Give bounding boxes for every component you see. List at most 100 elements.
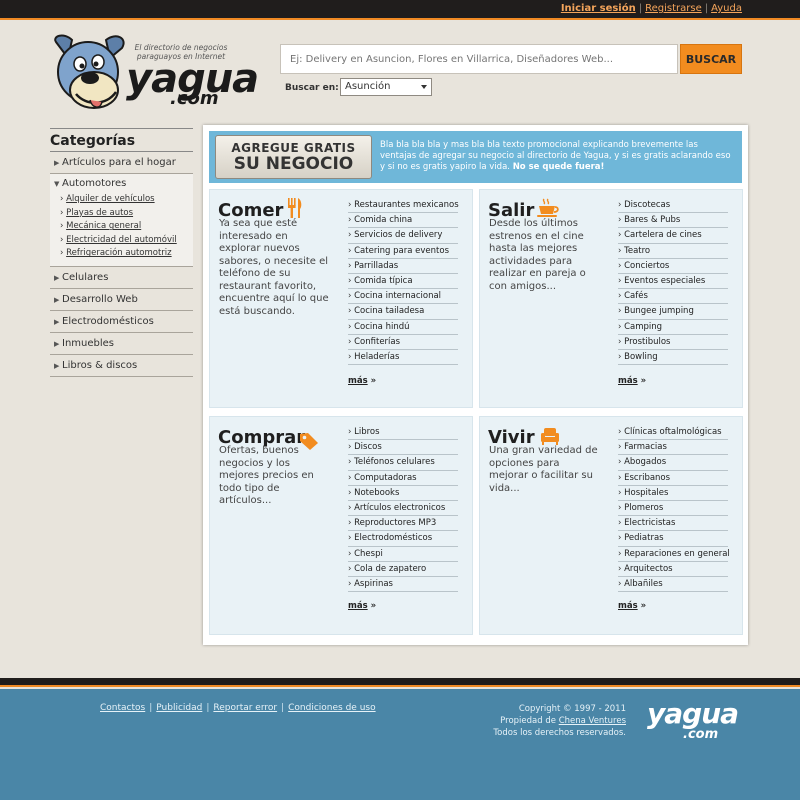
card-list: Restaurantes mexicanos Comida china Serv… (348, 198, 459, 366)
help-link[interactable]: Ayuda (711, 3, 742, 14)
more-link[interactable]: más » (348, 601, 376, 611)
footer-divider (0, 678, 800, 687)
list-item[interactable]: Conciertos (618, 259, 728, 274)
card-comprar: Comprar Ofertas, buenos negocios y los m… (209, 416, 473, 635)
list-item[interactable]: Comida china (348, 213, 458, 229)
login-link[interactable]: Iniciar sesión (561, 3, 636, 14)
list-item[interactable]: Restaurantes mexicanos (348, 198, 459, 214)
more-link[interactable]: más » (618, 601, 646, 611)
promo-text: Bla bla bla bla y mas bla bla texto prom… (380, 140, 731, 172)
sidebar-item-libros-discos[interactable]: ▶ Libros & discos (50, 355, 193, 377)
sidebar-title: Categorías (50, 128, 193, 152)
list-item[interactable]: Cola de zapatero (348, 562, 458, 577)
more-link[interactable]: más » (348, 376, 376, 386)
list-item[interactable]: Cocina hindú (348, 320, 458, 335)
list-item[interactable]: Eventos especiales (618, 274, 728, 290)
list-item[interactable]: Comida típica (348, 274, 458, 290)
list-item[interactable]: Chespi (348, 547, 458, 562)
list-item[interactable]: Reproductores MP3 (348, 516, 458, 532)
footer-link-condiciones[interactable]: Condiciones de uso (288, 703, 375, 713)
sidebar-item-automotores[interactable]: ▼ Automotores (50, 174, 193, 193)
list-item[interactable]: Escribanos (618, 471, 728, 486)
location-select[interactable]: Asunción (340, 78, 432, 96)
footer-link-reportar-error[interactable]: Reportar error (213, 703, 277, 713)
search-button[interactable]: BUSCAR (680, 44, 742, 74)
list-item[interactable]: Bungee jumping (618, 304, 728, 320)
add-business-button[interactable]: AGREGUE GRATIS SU NEGOCIO (215, 135, 372, 179)
top-bar: Iniciar sesión | Registrarse | Ayuda (0, 0, 800, 20)
list-item[interactable]: Pediatras (618, 531, 728, 547)
list-item[interactable]: Artículos electronicos (348, 501, 458, 517)
list-item[interactable]: Reparaciones en general (618, 547, 730, 562)
list-item[interactable]: Electricistas (618, 516, 728, 532)
sidebar-subitem[interactable]: › Electricidad del automóvil (50, 234, 193, 248)
list-item[interactable]: Aspirinas (348, 577, 458, 593)
sidebar-item-articulos-hogar[interactable]: ▶ Artículos para el hogar (50, 152, 193, 174)
list-item[interactable]: Confiterías (348, 335, 458, 350)
list-item[interactable]: Clínicas oftalmológicas (618, 425, 728, 441)
sidebar-subitem[interactable]: › Mecánica general (50, 220, 193, 234)
promo-banner: AGREGUE GRATIS SU NEGOCIO Bla bla bla bl… (209, 131, 742, 183)
logo-domain: .com (170, 88, 219, 109)
sidebar-subitem[interactable]: › Playas de autos (50, 207, 193, 221)
register-link[interactable]: Registrarse (645, 3, 702, 14)
footer-logo[interactable]: yagua .com (647, 697, 739, 742)
list-item[interactable]: Cartelera de cines (618, 228, 728, 244)
owner-link[interactable]: Chena Ventures (559, 716, 626, 726)
utensils-icon (288, 198, 302, 218)
categories-sidebar: Categorías ▶ Artículos para el hogar ▼ Aut… (50, 128, 193, 377)
list-item[interactable]: Bares & Pubs (618, 213, 728, 229)
search-input[interactable] (280, 44, 678, 74)
list-item[interactable]: Albañiles (618, 577, 728, 593)
list-item[interactable]: Catering para eventos (348, 244, 458, 259)
list-item[interactable]: Discotecas (618, 198, 728, 214)
list-item[interactable]: Cafés (618, 289, 728, 305)
coffee-cup-icon (537, 198, 559, 217)
list-item[interactable]: Parrilladas (348, 259, 458, 274)
list-item[interactable]: Libros (348, 425, 458, 441)
card-list: Discotecas Bares & Pubs Cartelera de cin… (618, 198, 728, 366)
armchair-icon (541, 428, 559, 445)
sidebar-item-electrodomesticos[interactable]: ▶ Electrodomésticos (50, 311, 193, 333)
card-comer: Comer Ya sea que esté interesado en expl… (209, 189, 473, 408)
list-item[interactable]: Farmacias (618, 440, 728, 456)
chevron-right-icon: ▶ (54, 159, 60, 167)
list-item[interactable]: Arquitectos (618, 562, 728, 577)
sidebar-subitem[interactable]: › Alquiler de vehículos (50, 193, 193, 207)
list-item[interactable]: Servicios de delivery (348, 228, 458, 244)
list-item[interactable]: Camping (618, 320, 728, 335)
location-value: Asunción (345, 81, 391, 92)
card-description: Una gran variedad de opciones para mejor… (489, 445, 598, 494)
site-logo[interactable]: El directorio de negocios paraguayos en … (50, 30, 259, 120)
footer-link-contactos[interactable]: Contactos (100, 703, 145, 713)
main-panel: AGREGUE GRATIS SU NEGOCIO Bla bla bla bl… (203, 125, 748, 645)
list-item[interactable]: Teatro (618, 244, 728, 259)
footer-links: Contactos | Publicidad | Reportar error | Cond… (100, 703, 376, 713)
chevron-right-icon: ▶ (54, 295, 60, 304)
list-item[interactable]: Plomeros (618, 501, 728, 517)
more-link[interactable]: más » (618, 376, 646, 386)
list-item[interactable]: Bowling (618, 350, 728, 366)
list-item[interactable]: Hospitales (618, 486, 728, 501)
list-item[interactable]: Notebooks (348, 486, 458, 501)
footer: Contactos | Publicidad | Reportar error | Cond… (0, 689, 800, 800)
list-item[interactable]: Cocina internacional (348, 289, 458, 305)
list-item[interactable]: Heladerías (348, 350, 458, 366)
account-links: Iniciar sesión | Registrarse | Ayuda (560, 3, 742, 14)
chevron-down-icon (421, 85, 427, 89)
list-item[interactable]: Teléfonos celulares (348, 455, 458, 471)
list-item[interactable]: Discos (348, 440, 458, 456)
card-description: Ofertas, buenos negocios y los mejores p… (219, 445, 314, 506)
sidebar-subitem[interactable]: › Refrigeración automotriz (50, 247, 193, 261)
list-item[interactable]: Prostibulos (618, 335, 728, 350)
footer-link-publicidad[interactable]: Publicidad (156, 703, 202, 713)
sidebar-item-celulares[interactable]: ▶ Celulares (50, 267, 193, 289)
list-item[interactable]: Cocina tailadesa (348, 304, 458, 320)
list-item[interactable]: Electrodomésticos (348, 531, 458, 547)
sidebar-item-desarrollo-web[interactable]: ▶ Desarrollo Web (50, 289, 193, 311)
list-item[interactable]: Abogados (618, 455, 728, 471)
list-item[interactable]: Computadoras (348, 471, 458, 486)
card-salir: Salir Desde los últimos estrenos en el c… (479, 189, 743, 408)
sidebar-item-inmuebles[interactable]: ▶ Inmuebles (50, 333, 193, 355)
chevron-right-icon: ▶ (54, 273, 60, 282)
